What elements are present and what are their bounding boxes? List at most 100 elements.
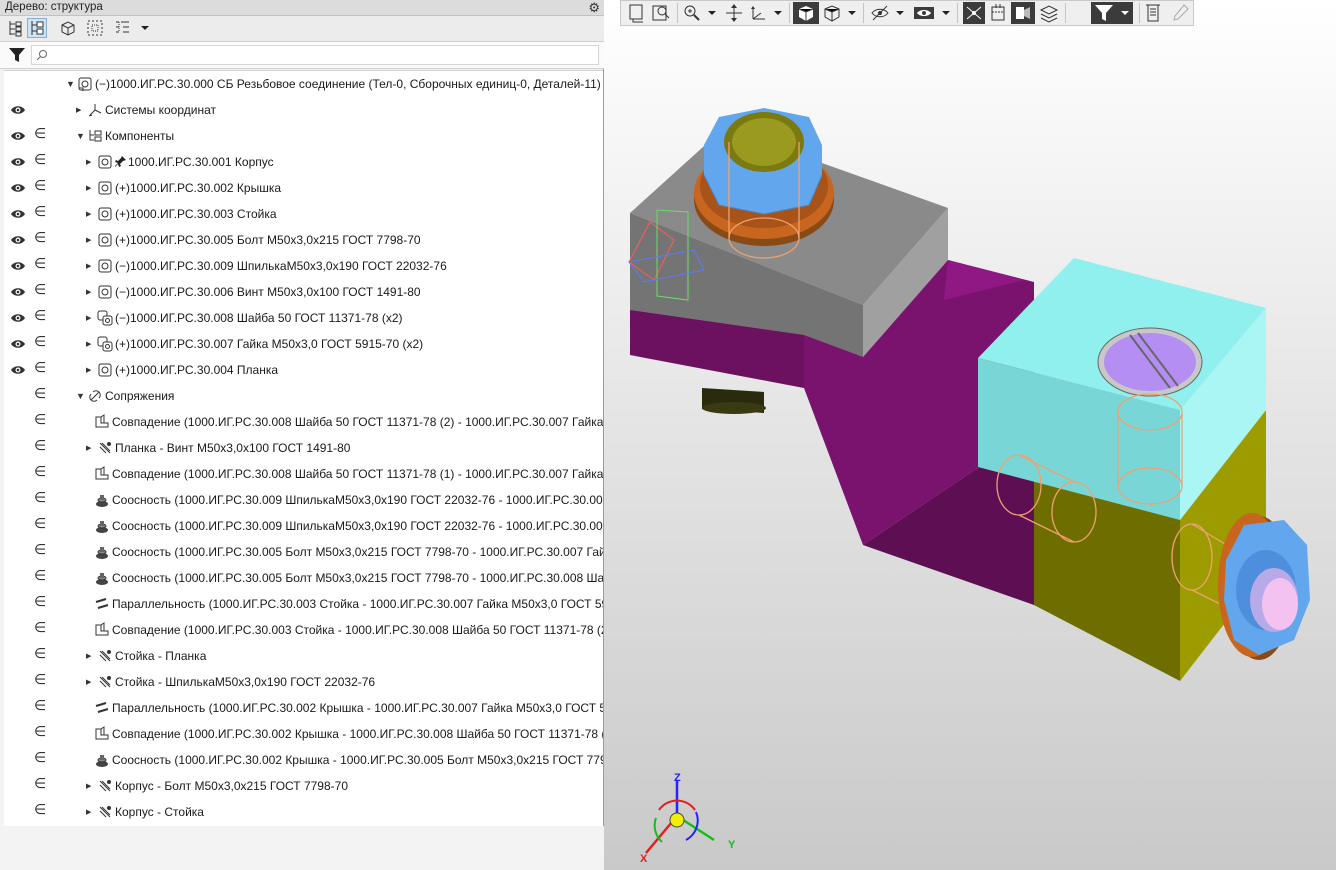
eye-icon[interactable] bbox=[10, 285, 26, 299]
eye-icon[interactable] bbox=[10, 155, 26, 169]
element-of-icon: ∈ bbox=[34, 386, 47, 402]
tree-row[interactable]: ▼ (−)1000.ИГ.РС.30.000 СБ Резьбовое соеди… bbox=[4, 71, 603, 97]
eye-icon[interactable] bbox=[10, 311, 26, 325]
eye-icon[interactable] bbox=[10, 233, 26, 247]
eye-icon[interactable] bbox=[10, 181, 26, 195]
tree-row[interactable]: ∈ ▶ Стойка - ШпилькаМ50х3,0х190 ГОСТ 22032… bbox=[4, 669, 603, 695]
tree-row[interactable]: ∈ Соосность (1000.ИГ.РС.30.005 Болт М50х3… bbox=[4, 565, 603, 591]
expand-arrow-icon[interactable]: ▶ bbox=[86, 184, 91, 192]
tree-options-button[interactable] bbox=[113, 18, 133, 38]
tree-row[interactable]: ∈ Совпадение (1000.ИГ.РС.30.002 Крышка - … bbox=[4, 721, 603, 747]
tree-row[interactable]: ∈ Совпадение (1000.ИГ.РС.30.003 Стойка - … bbox=[4, 617, 603, 643]
tree-row[interactable]: ▶ Системы координат bbox=[4, 97, 603, 123]
expand-arrow-icon[interactable]: ▶ bbox=[86, 782, 91, 790]
tree-row[interactable]: ∈ Соосность (1000.ИГ.РС.30.002 Крышка - 1… bbox=[4, 747, 603, 773]
expand-arrow-icon[interactable]: ▶ bbox=[76, 106, 81, 114]
tree-row[interactable]: ∈ ▼ Компоненты bbox=[4, 123, 603, 149]
tree-row[interactable]: ∈ ▶ (−)1000.ИГ.РС.30.006 Винт М50х3,0х100 … bbox=[4, 279, 603, 305]
tree-row[interactable]: ∈ Соосность (1000.ИГ.РС.30.009 ШпилькаМ50… bbox=[4, 513, 603, 539]
tree-components-button[interactable] bbox=[27, 18, 47, 38]
element-of-icon: ∈ bbox=[34, 126, 47, 142]
part-icon bbox=[98, 207, 112, 221]
tree-row[interactable]: ∈ ▶ (+)1000.ИГ.РС.30.003 Стойка bbox=[4, 201, 603, 227]
tree-row-label: Совпадение (1000.ИГ.РС.30.003 Стойка - 1… bbox=[112, 623, 603, 637]
tree-row[interactable]: ∈ ▶ (+)1000.ИГ.РС.30.002 Крышка bbox=[4, 175, 603, 201]
tree-row[interactable]: ∈ ▶ Корпус - Стойка bbox=[4, 799, 603, 825]
tree-row[interactable]: ∈ ▶ (−)1000.ИГ.РС.30.008 Шайба 50 ГОСТ 113… bbox=[4, 305, 603, 331]
tree-row[interactable]: ∈ ▶ Планка - Винт М50х3,0х100 ГОСТ 1491-80 bbox=[4, 435, 603, 461]
element-of-icon: ∈ bbox=[34, 490, 47, 506]
select-group-button[interactable] bbox=[85, 18, 105, 38]
tree-row-label: 1000.ИГ.РС.30.001 Корпус bbox=[128, 155, 274, 169]
tree-row[interactable]: ∈ ▶ (+)1000.ИГ.РС.30.005 Болт М50х3,0х215 … bbox=[4, 227, 603, 253]
tree-row[interactable]: ∈ Соосность (1000.ИГ.РС.30.005 Болт М50х3… bbox=[4, 539, 603, 565]
lower-nut bbox=[702, 388, 766, 414]
tree-row[interactable]: ∈ ▶ (+)1000.ИГ.РС.30.004 Планка bbox=[4, 357, 603, 383]
part-icon bbox=[98, 259, 112, 273]
tree-row[interactable]: ∈ Совпадение (1000.ИГ.РС.30.008 Шайба 50 … bbox=[4, 409, 603, 435]
tree-row[interactable]: ∈ ▶ Корпус - Болт М50х3,0х215 ГОСТ 7798-70 bbox=[4, 773, 603, 799]
axis-triad: Z Y X bbox=[640, 772, 736, 865]
part-icon bbox=[98, 155, 112, 169]
collapse-arrow-icon[interactable]: ▼ bbox=[76, 391, 85, 401]
gear-icon[interactable]: ⚙ bbox=[588, 0, 600, 16]
panel-header: Дерево: структура ⚙ bbox=[0, 0, 604, 16]
tree-row[interactable]: ∈ Совпадение (1000.ИГ.РС.30.008 Шайба 50 … bbox=[4, 461, 603, 487]
multi-part-icon bbox=[97, 336, 113, 352]
tree-row-label: Совпадение (1000.ИГ.РС.30.002 Крышка - 1… bbox=[112, 727, 603, 741]
tree-row-label: Соосность (1000.ИГ.РС.30.009 ШпилькаМ50х… bbox=[112, 493, 603, 507]
coordinate-system-icon bbox=[88, 104, 102, 117]
eye-icon[interactable] bbox=[10, 337, 26, 351]
filter-input[interactable] bbox=[31, 45, 599, 65]
eye-icon[interactable] bbox=[10, 259, 26, 273]
components-icon bbox=[89, 130, 102, 142]
tree-options-dropdown[interactable] bbox=[138, 18, 152, 38]
tree-row-label: Параллельность (1000.ИГ.РС.30.003 Стойка… bbox=[112, 597, 603, 611]
tree-row[interactable]: ∈ Параллельность (1000.ИГ.РС.30.002 Крышк… bbox=[4, 695, 603, 721]
tree-row-label: (+)1000.ИГ.РС.30.007 Гайка М50х3,0 ГОСТ … bbox=[115, 337, 424, 351]
expand-arrow-icon[interactable]: ▶ bbox=[86, 808, 91, 816]
tree-row[interactable]: ∈ ▶ (+)1000.ИГ.РС.30.007 Гайка М50х3,0 ГОС… bbox=[4, 331, 603, 357]
tree-row[interactable]: ∈ ▶ Стойка - Планка bbox=[4, 643, 603, 669]
part-icon bbox=[98, 181, 112, 195]
tree-row[interactable]: ∈ ▶ 1000.ИГ.РС.30.001 Корпус bbox=[4, 149, 603, 175]
collapse-arrow-icon[interactable]: ▼ bbox=[66, 79, 75, 89]
right-nut-assembly bbox=[1218, 513, 1310, 660]
expand-arrow-icon[interactable]: ▶ bbox=[86, 314, 91, 322]
expand-arrow-icon[interactable]: ▶ bbox=[86, 444, 91, 452]
eye-icon[interactable] bbox=[10, 363, 26, 377]
multi-part-icon bbox=[97, 310, 113, 326]
expand-arrow-icon[interactable]: ▶ bbox=[86, 262, 91, 270]
expand-arrow-icon[interactable]: ▶ bbox=[86, 158, 91, 166]
tree-structure-icon bbox=[9, 21, 22, 37]
coincidence-icon bbox=[95, 622, 109, 636]
eye-icon[interactable] bbox=[10, 207, 26, 221]
part-icon bbox=[98, 233, 112, 247]
tree-row[interactable]: ∈ ▶ (−)1000.ИГ.РС.30.009 ШпилькаМ50х3,0х19… bbox=[4, 253, 603, 279]
tree-row[interactable]: ∈ Соосность (1000.ИГ.РС.30.009 ШпилькаМ50… bbox=[4, 487, 603, 513]
element-of-icon: ∈ bbox=[34, 334, 47, 350]
expand-arrow-icon[interactable]: ▶ bbox=[86, 652, 91, 660]
element-of-icon: ∈ bbox=[34, 412, 47, 428]
expand-arrow-icon[interactable]: ▶ bbox=[86, 678, 91, 686]
3d-viewport[interactable]: Z Y X bbox=[604, 0, 1336, 870]
filter-icon[interactable] bbox=[8, 47, 26, 63]
tree-structure-button[interactable] bbox=[5, 18, 25, 38]
tree-row[interactable]: ∈ Параллельность (1000.ИГ.РС.30.003 Стойк… bbox=[4, 591, 603, 617]
show-bodies-button[interactable] bbox=[58, 18, 78, 38]
collapse-arrow-icon[interactable]: ▼ bbox=[76, 131, 85, 141]
tree-row-label: (+)1000.ИГ.РС.30.002 Крышка bbox=[115, 181, 282, 195]
tree-row[interactable]: ∈ ▼ Сопряжения bbox=[4, 383, 603, 409]
eye-icon[interactable] bbox=[10, 103, 26, 117]
eye-icon[interactable] bbox=[10, 129, 26, 143]
expand-arrow-icon[interactable]: ▶ bbox=[86, 210, 91, 218]
expand-arrow-icon[interactable]: ▶ bbox=[86, 340, 91, 348]
element-of-icon: ∈ bbox=[34, 750, 47, 766]
expand-arrow-icon[interactable]: ▶ bbox=[86, 236, 91, 244]
expand-arrow-icon[interactable]: ▶ bbox=[86, 288, 91, 296]
assembly-3d-model[interactable]: Z Y X bbox=[604, 0, 1336, 870]
expand-arrow-icon[interactable]: ▶ bbox=[86, 366, 91, 374]
concentric-icon bbox=[96, 495, 108, 507]
element-of-icon: ∈ bbox=[34, 542, 47, 558]
concentric-icon bbox=[96, 521, 108, 533]
